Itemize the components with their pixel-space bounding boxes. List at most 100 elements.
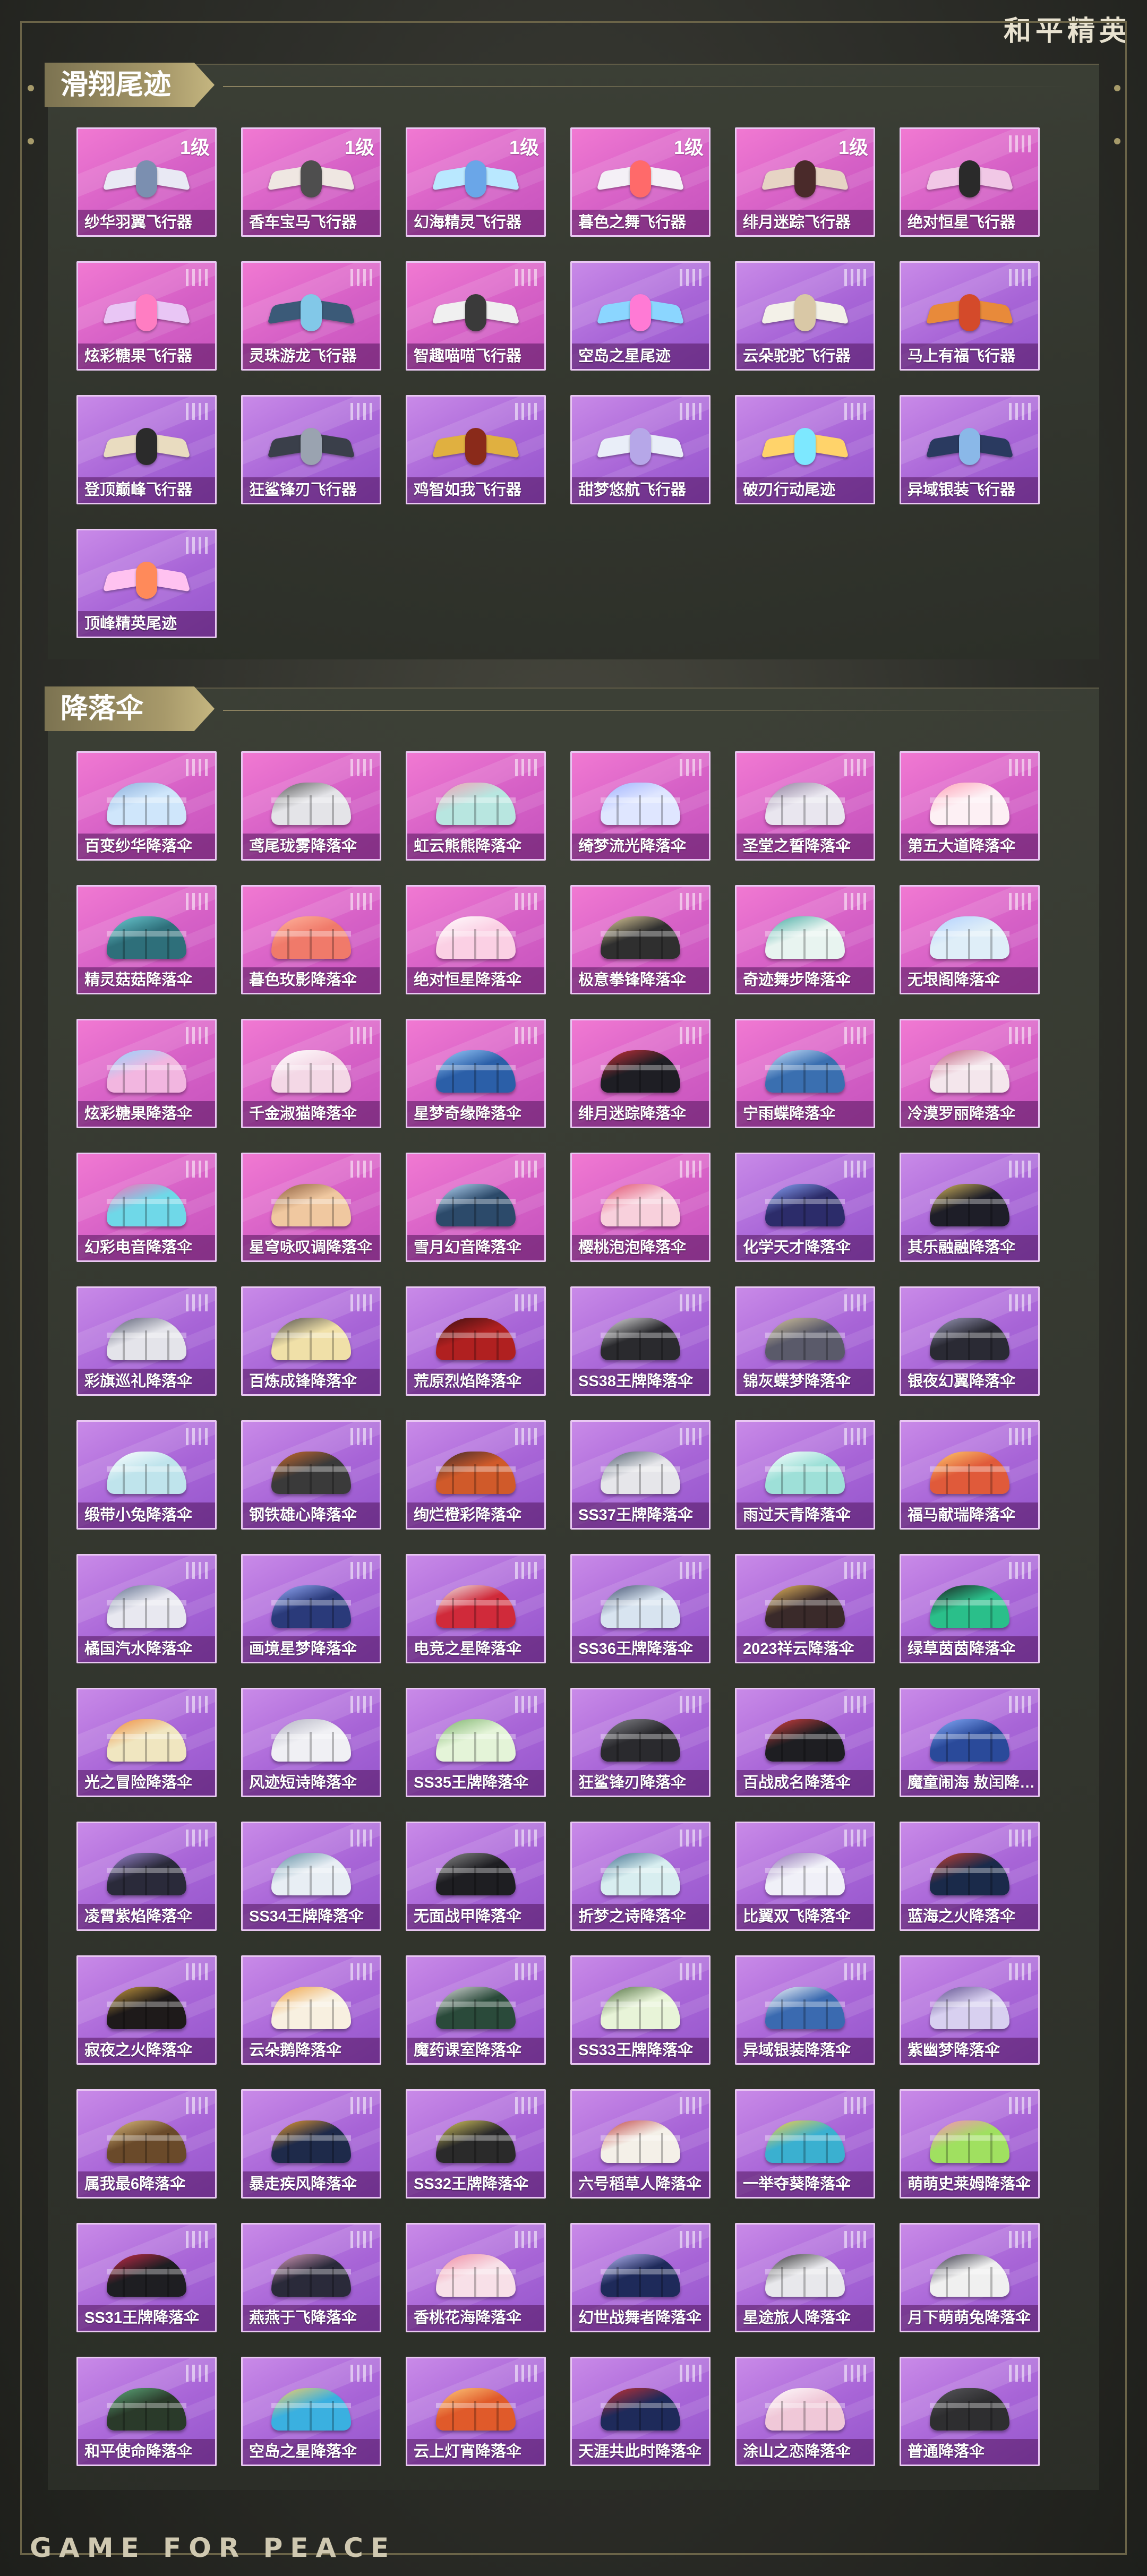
parachute-item-card[interactable]: 冷漠罗丽降落伞 — [900, 1019, 1040, 1128]
parachute-item-card[interactable]: 百变纱华降落伞 — [76, 751, 217, 861]
parachute-item-card[interactable]: 萌萌史莱姆降落伞 — [900, 2089, 1040, 2199]
parachute-item-card[interactable]: 炫彩糖果降落伞 — [76, 1019, 217, 1128]
parachute-item-card[interactable]: 无面战甲降落伞 — [406, 1822, 546, 1931]
parachute-canopy-art — [271, 1585, 351, 1628]
parachute-item-card[interactable]: 香桃花海降落伞 — [406, 2223, 546, 2332]
parachute-item-card[interactable]: SS34王牌降落伞 — [241, 1822, 381, 1931]
parachute-item-card[interactable]: 画境星梦降落伞 — [241, 1554, 381, 1663]
parachute-item-card[interactable]: 2023祥云降落伞 — [735, 1554, 875, 1663]
parachute-item-card[interactable]: 和平使命降落伞 — [76, 2357, 217, 2466]
glide-item-card[interactable]: 登顶巅峰飞行器 — [76, 395, 217, 504]
parachute-item-card[interactable]: 属我最6降落伞 — [76, 2089, 217, 2199]
parachute-item-card[interactable]: SS37王牌降落伞 — [570, 1420, 711, 1530]
glide-item-card[interactable]: 鸡智如我飞行器 — [406, 395, 546, 504]
parachute-item-card[interactable]: 比翼双飞降落伞 — [735, 1822, 875, 1931]
parachute-item-card[interactable]: 百炼成锋降落伞 — [241, 1286, 381, 1396]
parachute-item-card[interactable]: 星梦奇缘降落伞 — [406, 1019, 546, 1128]
glide-item-card[interactable]: 1级 绯月迷踪飞行器 — [735, 127, 875, 237]
parachute-item-card[interactable]: 银夜幻翼降落伞 — [900, 1286, 1040, 1396]
parachute-item-card[interactable]: 风迹短诗降落伞 — [241, 1688, 381, 1797]
parachute-item-card[interactable]: 雨过天青降落伞 — [735, 1420, 875, 1530]
parachute-item-card[interactable]: 六号稻草人降落伞 — [570, 2089, 711, 2199]
parachute-item-card[interactable]: 魔药课室降落伞 — [406, 1955, 546, 2065]
rarity-stripes-icon — [844, 893, 866, 910]
parachute-item-card[interactable]: 寂夜之火降落伞 — [76, 1955, 217, 2065]
parachute-item-card[interactable]: 幻世战舞者降落伞 — [570, 2223, 711, 2332]
glide-item-card[interactable]: 1级 暮色之舞飞行器 — [570, 127, 711, 237]
parachute-item-card[interactable]: 幻彩电音降落伞 — [76, 1153, 217, 1262]
parachute-item-card[interactable]: 福马献瑞降落伞 — [900, 1420, 1040, 1530]
parachute-item-card[interactable]: 百战成名降落伞 — [735, 1688, 875, 1797]
parachute-item-card[interactable]: 雪月幻音降落伞 — [406, 1153, 546, 1262]
parachute-item-card[interactable]: 普通降落伞 — [900, 2357, 1040, 2466]
parachute-item-card[interactable]: 异域银装降落伞 — [735, 1955, 875, 2065]
parachute-item-card[interactable]: 精灵菇菇降落伞 — [76, 885, 217, 994]
item-name-label: 云上灯宵降落伞 — [407, 2439, 544, 2465]
glide-item-card[interactable]: 顶峰精英尾迹 — [76, 529, 217, 638]
parachute-item-card[interactable]: 圣堂之誓降落伞 — [735, 751, 875, 861]
parachute-item-card[interactable]: 缎带小兔降落伞 — [76, 1420, 217, 1530]
parachute-item-card[interactable]: 绯月迷踪降落伞 — [570, 1019, 711, 1128]
parachute-item-card[interactable]: 凌霄紫焰降落伞 — [76, 1822, 217, 1931]
parachute-item-card[interactable]: 紫幽梦降落伞 — [900, 1955, 1040, 2065]
parachute-item-card[interactable]: 橘国汽水降落伞 — [76, 1554, 217, 1663]
glide-item-card[interactable]: 空岛之星尾迹 — [570, 261, 711, 371]
parachute-item-card[interactable]: 钢铁雄心降落伞 — [241, 1420, 381, 1530]
parachute-item-card[interactable]: 云朵鹅降落伞 — [241, 1955, 381, 2065]
parachute-item-card[interactable]: 月下萌萌兔降落伞 — [900, 2223, 1040, 2332]
parachute-item-card[interactable]: 蓝海之火降落伞 — [900, 1822, 1040, 1931]
glide-item-card[interactable]: 绝对恒星飞行器 — [900, 127, 1040, 237]
parachute-item-card[interactable]: 星穹咏叹调降落伞 — [241, 1153, 381, 1262]
parachute-item-card[interactable]: 虹云熊熊降落伞 — [406, 751, 546, 861]
parachute-item-card[interactable]: 天涯共此时降落伞 — [570, 2357, 711, 2466]
parachute-item-card[interactable]: 彩旗巡礼降落伞 — [76, 1286, 217, 1396]
parachute-item-card[interactable]: 荒原烈焰降落伞 — [406, 1286, 546, 1396]
glide-item-card[interactable]: 狂鲨锋刃飞行器 — [241, 395, 381, 504]
parachute-item-card[interactable]: SS35王牌降落伞 — [406, 1688, 546, 1797]
parachute-item-card[interactable]: 绮梦流光降落伞 — [570, 751, 711, 861]
parachute-item-card[interactable]: 光之冒险降落伞 — [76, 1688, 217, 1797]
parachute-item-card[interactable]: 奇迹舞步降落伞 — [735, 885, 875, 994]
parachute-item-card[interactable]: 狂鲨锋刃降落伞 — [570, 1688, 711, 1797]
glide-item-card[interactable]: 灵珠游龙飞行器 — [241, 261, 381, 371]
parachute-item-card[interactable]: 空岛之星降落伞 — [241, 2357, 381, 2466]
parachute-item-card[interactable]: 一举夺葵降落伞 — [735, 2089, 875, 2199]
parachute-item-card[interactable]: 电竞之星降落伞 — [406, 1554, 546, 1663]
parachute-item-card[interactable]: 鸢尾珑雾降落伞 — [241, 751, 381, 861]
glide-item-card[interactable]: 炫彩糖果飞行器 — [76, 261, 217, 371]
parachute-item-card[interactable]: SS32王牌降落伞 — [406, 2089, 546, 2199]
parachute-item-card[interactable]: 暮色玫影降落伞 — [241, 885, 381, 994]
parachute-item-card[interactable]: 暴走疾风降落伞 — [241, 2089, 381, 2199]
glide-item-card[interactable]: 1级 纱华羽翼飞行器 — [76, 127, 217, 237]
parachute-item-card[interactable]: 化学天才降落伞 — [735, 1153, 875, 1262]
parachute-item-card[interactable]: 宁雨蝶降落伞 — [735, 1019, 875, 1128]
glide-item-card[interactable]: 智趣喵喵飞行器 — [406, 261, 546, 371]
glide-item-card[interactable]: 异域银装飞行器 — [900, 395, 1040, 504]
parachute-item-card[interactable]: 绚烂橙彩降落伞 — [406, 1420, 546, 1530]
parachute-item-card[interactable]: SS36王牌降落伞 — [570, 1554, 711, 1663]
glide-item-card[interactable]: 马上有福飞行器 — [900, 261, 1040, 371]
parachute-item-card[interactable]: 第五大道降落伞 — [900, 751, 1040, 861]
parachute-item-card[interactable]: 锦灰蝶梦降落伞 — [735, 1286, 875, 1396]
parachute-item-card[interactable]: 星途旅人降落伞 — [735, 2223, 875, 2332]
parachute-item-card[interactable]: 樱桃泡泡降落伞 — [570, 1153, 711, 1262]
parachute-item-card[interactable]: 极意拳锋降落伞 — [570, 885, 711, 994]
parachute-item-card[interactable]: SS38王牌降落伞 — [570, 1286, 711, 1396]
parachute-item-card[interactable]: 涂山之恋降落伞 — [735, 2357, 875, 2466]
parachute-item-card[interactable]: SS33王牌降落伞 — [570, 1955, 711, 2065]
glide-item-card[interactable]: 云朵驼驼飞行器 — [735, 261, 875, 371]
parachute-item-card[interactable]: 其乐融融降落伞 — [900, 1153, 1040, 1262]
parachute-item-card[interactable]: 云上灯宵降落伞 — [406, 2357, 546, 2466]
glide-item-card[interactable]: 甜梦悠航飞行器 — [570, 395, 711, 504]
parachute-item-card[interactable]: 绿草茵茵降落伞 — [900, 1554, 1040, 1663]
parachute-item-card[interactable]: SS31王牌降落伞 — [76, 2223, 217, 2332]
glide-item-card[interactable]: 1级 香车宝马飞行器 — [241, 127, 381, 237]
parachute-item-card[interactable]: 魔童闹海 敖闰降落伞 — [900, 1688, 1040, 1797]
parachute-item-card[interactable]: 燕燕于飞降落伞 — [241, 2223, 381, 2332]
parachute-item-card[interactable]: 折梦之诗降落伞 — [570, 1822, 711, 1931]
glide-item-card[interactable]: 破刃行动尾迹 — [735, 395, 875, 504]
parachute-item-card[interactable]: 千金淑猫降落伞 — [241, 1019, 381, 1128]
glide-item-card[interactable]: 1级 幻海精灵飞行器 — [406, 127, 546, 237]
parachute-item-card[interactable]: 绝对恒星降落伞 — [406, 885, 546, 994]
parachute-item-card[interactable]: 无垠阁降落伞 — [900, 885, 1040, 994]
